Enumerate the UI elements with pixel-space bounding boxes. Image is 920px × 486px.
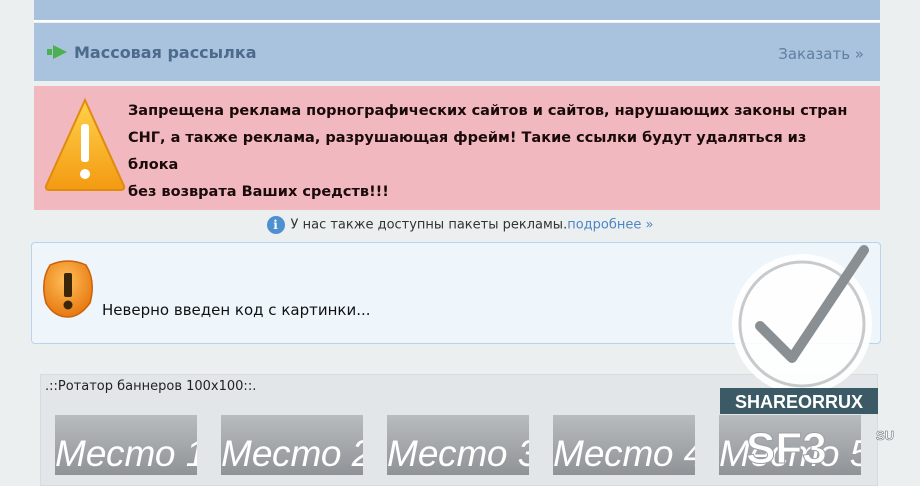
banner-place-4[interactable]: Место 4: [553, 415, 695, 475]
warning-text: Запрещена реклама порнографических сайто…: [128, 98, 848, 206]
error-text: Неверно введен код с картинки...: [102, 301, 371, 319]
banner-place-2[interactable]: Место 2: [221, 415, 363, 475]
info-line: i У нас также доступны пакеты рекламы.под…: [0, 216, 920, 234]
warning-line-2: СНГ, а также реклама, разрушающая фрейм!…: [128, 130, 807, 173]
warning-triangle-icon: [44, 97, 126, 191]
checkmark-watermark-icon: SHAREORRUX SF3 SU: [720, 245, 894, 474]
watermark-ribbon-text: SHAREORRUX: [735, 392, 863, 412]
banner-place-1[interactable]: Место 1: [55, 415, 197, 475]
info-circle-icon: i: [266, 216, 285, 234]
rotator-title: .::Ротатор баннеров 100x100::.: [45, 379, 257, 394]
warning-box: Запрещена реклама порнографических сайто…: [34, 86, 880, 210]
more-details-link[interactable]: подробнее »: [567, 218, 653, 233]
watermark-brand-text: SF3: [746, 424, 827, 470]
error-exclamation-icon: [43, 260, 93, 318]
warning-line-3: без возврата Ваших средств!!!: [128, 184, 389, 200]
watermark-brand-suffix: SU: [876, 428, 894, 443]
mass-mailing-title: Массовая рассылка: [74, 43, 257, 62]
warning-line-1: Запрещена реклама порнографических сайто…: [128, 103, 848, 119]
top-panel-strip: [34, 0, 880, 22]
banner-place-3[interactable]: Место 3: [387, 415, 529, 475]
watermark-logo: SHAREORRUX SF3 SU: [714, 240, 920, 474]
mass-mailing-bar: Массовая рассылка Заказать »: [34, 23, 880, 81]
green-arrow-icon: [47, 45, 67, 59]
info-text: У нас также доступны пакеты рекламы.: [290, 217, 568, 233]
order-link[interactable]: Заказать »: [778, 45, 864, 63]
